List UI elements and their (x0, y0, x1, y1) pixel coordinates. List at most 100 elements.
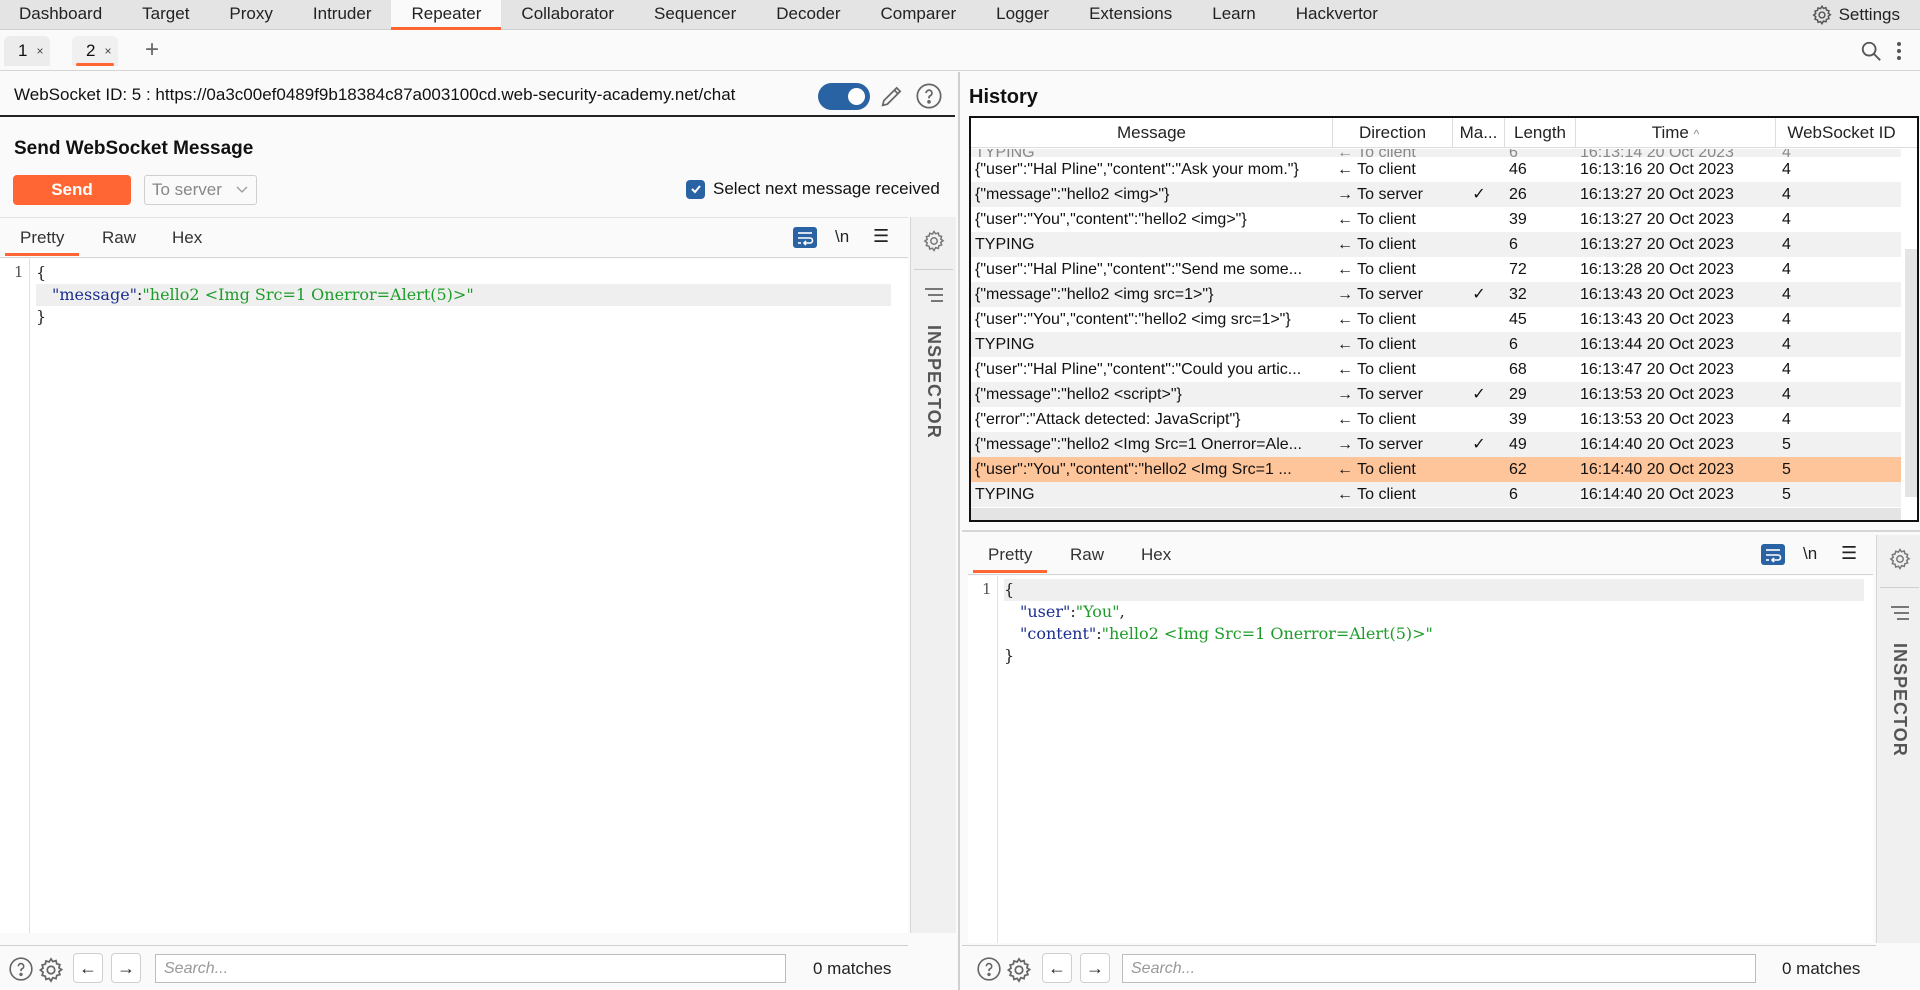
filter-lines-icon[interactable] (1890, 605, 1910, 621)
gear-icon[interactable] (1888, 547, 1912, 571)
tab-hex[interactable]: Hex (1141, 545, 1171, 565)
tab-raw[interactable]: Raw (1070, 545, 1104, 565)
gear-icon[interactable] (37, 956, 65, 984)
table-row[interactable]: TYPING ← To client 6 16:13:44 20 Oct 2023 4 (971, 332, 1901, 357)
line-number: 1 (982, 580, 992, 598)
close-icon[interactable]: × (104, 44, 111, 58)
table-row[interactable]: {"message":"hello2 <img src=1>"} → To ser… (971, 282, 1901, 307)
previous-match-button[interactable]: ← (73, 953, 103, 983)
send-button[interactable]: Send (13, 175, 131, 205)
next-match-button[interactable]: → (1080, 953, 1110, 983)
hamburger-menu-icon[interactable]: ☰ (1841, 543, 1857, 564)
table-row[interactable]: TYPING ← To client 6 16:13:27 20 Oct 2023 4 (971, 232, 1901, 257)
table-row[interactable]: {"message":"hello2 <img>"} → To server ✓ 26… (971, 182, 1901, 207)
table-row-partial[interactable]: TYPING← To client 616:13:14 20 Oct 20234 (971, 149, 1901, 157)
table-row[interactable]: {"error":"Attack detected: JavaScript"} ←… (971, 407, 1901, 432)
brace-close: } (36, 307, 47, 326)
table-row[interactable]: {"user":"You","content":"hello2 <img src… (971, 307, 1901, 332)
column-time[interactable]: Time ^ (1576, 118, 1776, 148)
hamburger-menu-icon[interactable]: ☰ (873, 226, 889, 247)
panel-splitter[interactable] (958, 72, 960, 990)
settings-button[interactable]: Settings (1811, 0, 1900, 30)
more-options-icon[interactable] (1895, 41, 1903, 61)
nav-sequencer[interactable]: Sequencer (634, 0, 756, 29)
search-input[interactable] (1122, 954, 1756, 983)
column-marked[interactable]: Ma... (1453, 118, 1505, 148)
cell-ws-id: 4 (1782, 186, 1791, 203)
wrap-lines-button[interactable] (793, 227, 817, 248)
next-match-button[interactable]: → (111, 953, 141, 983)
inspector-label[interactable]: INSPECTOR (923, 325, 944, 439)
table-row[interactable]: {"message":"hello2 <script>"} → To server… (971, 382, 1901, 407)
tab-pretty[interactable]: Pretty (4, 228, 80, 256)
filter-lines-icon[interactable] (924, 287, 944, 303)
gear-icon[interactable] (1005, 956, 1033, 984)
newline-toggle[interactable]: \n (1803, 544, 1817, 564)
nav-collaborator[interactable]: Collaborator (501, 0, 634, 29)
table-row-selected[interactable]: {"user":"You","content":"hello2 <Img Src… (971, 457, 1901, 482)
checkbox-checked[interactable] (686, 179, 705, 199)
add-tab-button[interactable]: + (145, 36, 159, 64)
nav-proxy[interactable]: Proxy (209, 0, 292, 29)
request-search-bar: ← → 0 matches (0, 945, 908, 989)
table-row[interactable]: {"message":"hello2 <Img Src=1 Onerror=Al… (971, 432, 1901, 457)
search-input[interactable] (155, 954, 786, 983)
column-length[interactable]: Length (1505, 118, 1576, 148)
vertical-scrollbar[interactable] (1905, 249, 1917, 497)
table-row[interactable]: {"user":"Hal Pline","content":"Ask your … (971, 157, 1901, 182)
table-row[interactable]: TYPING ← To client 6 16:14:40 20 Oct 2023 5 (971, 482, 1901, 507)
cell-marked (1453, 232, 1505, 257)
direction-select[interactable]: To server (144, 175, 257, 205)
nav-repeater[interactable]: Repeater (391, 0, 502, 30)
cell-time: 16:13:16 20 Oct 2023 (1580, 161, 1734, 178)
cell-direction: → To server (1337, 286, 1423, 303)
help-icon[interactable] (8, 956, 34, 982)
nav-decoder[interactable]: Decoder (756, 0, 860, 29)
divider (914, 269, 953, 270)
nav-learn[interactable]: Learn (1192, 0, 1275, 29)
column-direction[interactable]: Direction (1333, 118, 1453, 148)
close-icon[interactable]: × (36, 44, 43, 58)
nav-dashboard[interactable]: Dashboard (0, 0, 122, 29)
repeater-tab-1[interactable]: 1 × (4, 36, 50, 66)
column-message[interactable]: Message (971, 118, 1333, 148)
cell-ws-id: 4 (1782, 161, 1791, 178)
cell-length: 62 (1509, 461, 1527, 478)
cell-direction: ← To client (1337, 261, 1416, 278)
cell-marked: ✓ (1472, 386, 1486, 403)
response-code-area[interactable]: 1 { "user":"You", "content":"hello2 <Img… (968, 576, 1873, 943)
tab-pretty[interactable]: Pretty (972, 545, 1048, 573)
request-code-area[interactable]: 1 { "message":"hello2 <Img Src=1 Onerror… (0, 259, 908, 933)
check-icon (690, 185, 701, 194)
newline-toggle[interactable]: \n (835, 227, 849, 247)
cell-direction: ← To client (1337, 461, 1416, 478)
table-row[interactable]: {"user":"You","content":"hello2 <img>"} ←… (971, 207, 1901, 232)
column-websocket-id[interactable]: WebSocket ID (1776, 118, 1901, 148)
horizontal-scrollbar[interactable] (971, 508, 1901, 520)
search-icon[interactable] (1860, 40, 1882, 62)
help-icon[interactable] (915, 82, 943, 110)
repeater-tab-2[interactable]: 2 × (72, 36, 118, 66)
nav-hackvertor[interactable]: Hackvertor (1276, 0, 1398, 29)
nav-target[interactable]: Target (122, 0, 209, 29)
tab-raw[interactable]: Raw (102, 228, 136, 248)
table-row[interactable]: {"user":"Hal Pline","content":"Could you… (971, 357, 1901, 382)
select-next-checkbox[interactable]: Select next message received (686, 179, 940, 199)
help-icon[interactable] (976, 956, 1002, 982)
nav-comparer[interactable]: Comparer (861, 0, 977, 29)
table-row[interactable]: {"user":"Hal Pline","content":"Send me s… (971, 257, 1901, 282)
inspector-label[interactable]: INSPECTOR (1889, 643, 1910, 757)
main-nav: Dashboard Target Proxy Intruder Repeater… (0, 0, 1920, 30)
wrap-lines-button[interactable] (1761, 544, 1785, 565)
tab-hex[interactable]: Hex (172, 228, 202, 248)
nav-intruder[interactable]: Intruder (293, 0, 392, 29)
nav-logger[interactable]: Logger (976, 0, 1069, 29)
gear-icon[interactable] (922, 229, 946, 253)
connection-toggle[interactable] (818, 83, 870, 110)
pencil-icon[interactable] (878, 82, 906, 110)
divider (1880, 587, 1919, 588)
cell-marked: ✓ (1472, 286, 1486, 303)
panel-divider[interactable] (962, 530, 1920, 532)
previous-match-button[interactable]: ← (1042, 953, 1072, 983)
nav-extensions[interactable]: Extensions (1069, 0, 1192, 29)
